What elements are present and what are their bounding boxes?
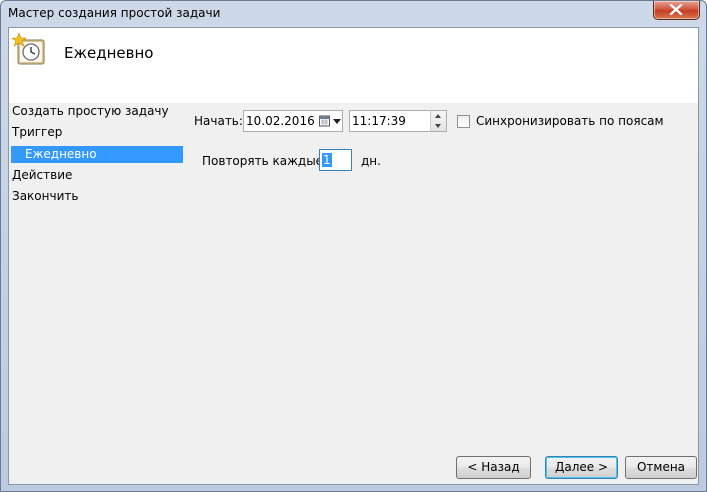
back-button[interactable]: < Назад: [456, 456, 531, 479]
wizard-window: Мастер создания простой задачи Ежедневно…: [0, 0, 707, 492]
step-label: Создать простую задачу: [12, 104, 169, 118]
title-bar[interactable]: Мастер создания простой задачи: [1, 1, 706, 27]
start-time-value: 11:17:39: [352, 114, 406, 128]
start-time-field[interactable]: 11:17:39: [349, 110, 447, 132]
time-down-button[interactable]: [431, 121, 446, 131]
calendar-icon: [319, 115, 330, 127]
close-icon: [669, 4, 683, 15]
step-trigger[interactable]: Триггер: [12, 124, 62, 141]
start-date-value: 10.02.2016: [246, 114, 315, 128]
step-create-task[interactable]: Создать простую задачу: [12, 103, 169, 120]
start-label: Начать:: [194, 114, 243, 128]
repeat-label: Повторять каждые:: [202, 154, 328, 168]
wizard-body: Ежедневно Создать простую задачу Триггер…: [8, 27, 699, 485]
step-finish[interactable]: Закончить: [12, 188, 78, 205]
page-title: Ежедневно: [64, 44, 154, 62]
close-button[interactable]: [653, 1, 700, 20]
arrow-up-icon: [435, 114, 441, 118]
repeat-days-input[interactable]: 1: [319, 149, 352, 171]
sync-timezones-label[interactable]: Синхронизировать по поясам: [476, 114, 664, 128]
step-label: Закончить: [12, 189, 79, 203]
step-label: Ежедневно: [25, 147, 97, 161]
step-label: Триггер: [12, 125, 63, 139]
cancel-button[interactable]: Отмена: [625, 456, 697, 479]
step-action[interactable]: Действие: [12, 167, 72, 184]
repeat-days-value: 1: [322, 153, 332, 167]
repeat-unit-label: дн.: [361, 154, 381, 168]
start-date-picker[interactable]: 10.02.2016: [243, 110, 343, 132]
time-up-button[interactable]: [431, 111, 446, 121]
time-spinner[interactable]: [430, 111, 446, 131]
date-dropdown-button[interactable]: [317, 111, 342, 131]
chevron-down-icon: [333, 119, 341, 124]
arrow-down-icon: [435, 124, 441, 128]
step-daily[interactable]: Ежедневно: [11, 146, 183, 163]
window-title: Мастер создания простой задачи: [8, 6, 221, 20]
scheduled-task-clock-icon: [12, 33, 45, 65]
step-label: Действие: [12, 168, 73, 182]
wizard-header: Ежедневно: [9, 28, 698, 103]
sync-timezones-checkbox[interactable]: [457, 115, 470, 128]
next-button[interactable]: Далее >: [545, 456, 618, 479]
